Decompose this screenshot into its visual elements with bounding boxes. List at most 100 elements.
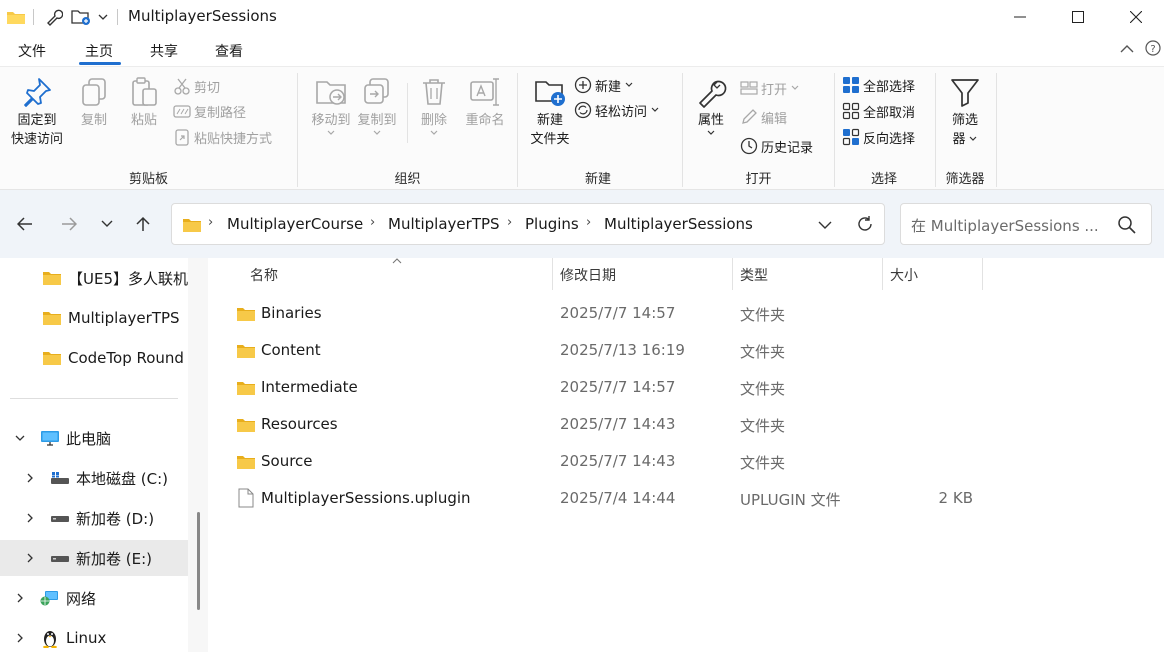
table-row[interactable]: Source 2025/7/7 14:43 文件夹: [230, 444, 990, 480]
open-icon: [740, 81, 758, 95]
easy-access-icon: [574, 101, 592, 119]
breadcrumb-multiplayersessions[interactable]: MultiplayerSessions: [604, 215, 753, 233]
edit-button[interactable]: 编辑: [740, 106, 787, 128]
chevron-down-icon: [373, 130, 381, 135]
select-none-button[interactable]: 全部取消: [842, 100, 915, 122]
copy-path-button[interactable]: 复制路径: [173, 100, 246, 122]
file-modified: 2025/7/7 14:43: [560, 415, 676, 433]
delete-button[interactable]: 删除: [414, 75, 454, 136]
chevron-right-icon[interactable]: [14, 592, 26, 604]
chevron-right-icon[interactable]: [14, 632, 26, 644]
customize-quick-access-chevron-icon[interactable]: [96, 0, 110, 34]
breadcrumb-multiplayertps[interactable]: MultiplayerTPS: [388, 215, 500, 233]
address-bar[interactable]: › MultiplayerCourse › MultiplayerTPS › P…: [171, 203, 885, 245]
column-divider[interactable]: [552, 258, 553, 290]
navigation-pane-scrollbar[interactable]: [197, 512, 200, 610]
breadcrumb-plugins[interactable]: Plugins: [525, 215, 579, 233]
select-group: 全部选择 全部取消 反向选择 选择: [835, 67, 935, 191]
new-folder-icon[interactable]: [68, 0, 94, 34]
filter-group-label: 筛选器: [945, 172, 985, 187]
column-header-size[interactable]: 大小: [890, 265, 918, 285]
folder-icon[interactable]: [4, 0, 28, 34]
chevron-right-icon[interactable]: [24, 512, 36, 524]
up-button[interactable]: [131, 212, 155, 236]
sidebar-item-drive-d[interactable]: 新加卷 (D:): [0, 500, 188, 536]
new-folder-button[interactable]: 新建 文件夹: [522, 75, 578, 149]
breadcrumb-separator: ›: [370, 215, 376, 230]
recent-locations-button[interactable]: [95, 212, 119, 236]
paste-button[interactable]: 粘贴: [122, 75, 166, 130]
address-history-button[interactable]: [818, 218, 832, 234]
tab-file[interactable]: 文件: [18, 41, 46, 61]
search-icon[interactable]: [1117, 215, 1137, 235]
table-row[interactable]: MultiplayerSessions.uplugin 2025/7/4 14:…: [230, 481, 990, 517]
sidebar-item-label: 本地磁盘 (C:): [76, 469, 168, 488]
column-header-modified[interactable]: 修改日期: [560, 265, 616, 285]
chevron-right-icon[interactable]: [24, 472, 36, 484]
sidebar-item-label: Linux: [66, 629, 107, 647]
file-modified: 2025/7/7 14:57: [560, 304, 676, 322]
breadcrumb-multiplayercourse[interactable]: MultiplayerCourse: [227, 215, 363, 233]
minimize-button[interactable]: [991, 0, 1049, 34]
open-group-label: 打开: [745, 172, 772, 187]
chevron-right-icon[interactable]: [24, 552, 36, 564]
edit-label: 编辑: [761, 111, 788, 127]
rename-button[interactable]: 重命名: [458, 75, 512, 130]
select-all-button[interactable]: 全部选择: [842, 74, 915, 96]
sidebar-item-this-pc[interactable]: 此电脑: [0, 420, 188, 456]
sidebar-item-codetop-round[interactable]: CodeTop Round: [0, 340, 188, 376]
properties-button[interactable]: 属性: [689, 75, 733, 136]
copy-to-button[interactable]: 复制到: [352, 75, 402, 136]
new-item-button[interactable]: 新建: [574, 74, 634, 96]
tab-share[interactable]: 共享: [150, 41, 178, 61]
easy-access-button[interactable]: 轻松访问: [574, 99, 660, 121]
refresh-button[interactable]: [856, 215, 874, 237]
back-button[interactable]: [13, 212, 37, 236]
chevron-down-icon: [327, 130, 335, 135]
paste-shortcut-button[interactable]: 粘贴快捷方式: [173, 126, 272, 148]
folder-icon: [237, 345, 255, 358]
copy-label: 复制: [80, 113, 107, 128]
column-divider[interactable]: [982, 258, 983, 290]
column-divider[interactable]: [732, 258, 733, 290]
copy-button[interactable]: 复制: [72, 75, 116, 130]
cut-button[interactable]: 剪切: [173, 75, 220, 97]
paste-label: 粘贴: [130, 113, 157, 128]
collapse-ribbon-chevron-icon[interactable]: [1119, 42, 1135, 58]
forward-button[interactable]: [57, 212, 81, 236]
drive-icon: [51, 472, 69, 484]
sidebar-item-network[interactable]: 网络: [0, 580, 188, 616]
column-header-name[interactable]: 名称: [250, 265, 278, 285]
sidebar-item-multiplayertps[interactable]: MultiplayerTPS: [0, 300, 188, 336]
pencil-icon: [742, 109, 757, 124]
pin-to-quick-access-button[interactable]: 固定到 快速访问: [6, 75, 68, 149]
select-none-icon: [842, 102, 860, 120]
search-box[interactable]: 在 MultiplayerSessions ...: [900, 203, 1152, 245]
table-row[interactable]: Resources 2025/7/7 14:43 文件夹: [230, 407, 990, 443]
filter-button[interactable]: 筛选 器: [942, 75, 988, 149]
table-row[interactable]: Binaries 2025/7/7 14:57 文件夹: [230, 296, 990, 332]
properties-wrench-icon[interactable]: [42, 0, 66, 34]
tab-home[interactable]: 主页: [85, 41, 113, 61]
sidebar-item-linux[interactable]: Linux: [0, 620, 188, 652]
table-row[interactable]: Intermediate 2025/7/7 14:57 文件夹: [230, 370, 990, 406]
column-header-type[interactable]: 类型: [740, 265, 768, 285]
invert-selection-button[interactable]: 反向选择: [842, 126, 915, 148]
help-icon[interactable]: ?: [1145, 40, 1161, 60]
history-button[interactable]: 历史记录: [740, 135, 813, 157]
close-button[interactable]: [1107, 0, 1164, 34]
column-divider[interactable]: [882, 258, 883, 290]
maximize-button[interactable]: [1049, 0, 1107, 34]
chevron-down-icon[interactable]: [14, 432, 26, 444]
sidebar-item-drive-c[interactable]: 本地磁盘 (C:): [0, 460, 188, 496]
table-row[interactable]: Content 2025/7/13 16:19 文件夹: [230, 333, 990, 369]
sidebar-item-drive-e[interactable]: 新加卷 (E:): [0, 540, 188, 576]
folder-icon: [183, 219, 201, 232]
open-button[interactable]: 打开: [740, 77, 800, 99]
new-folder-label-line2: 文件夹: [530, 132, 570, 147]
chevron-down-icon: [101, 220, 113, 227]
sidebar-item-ue5-course[interactable]: 【UE5】多人联机T: [0, 260, 188, 296]
chevron-down-icon: [818, 221, 832, 229]
tab-view[interactable]: 查看: [215, 41, 243, 61]
rename-icon: [470, 78, 499, 106]
